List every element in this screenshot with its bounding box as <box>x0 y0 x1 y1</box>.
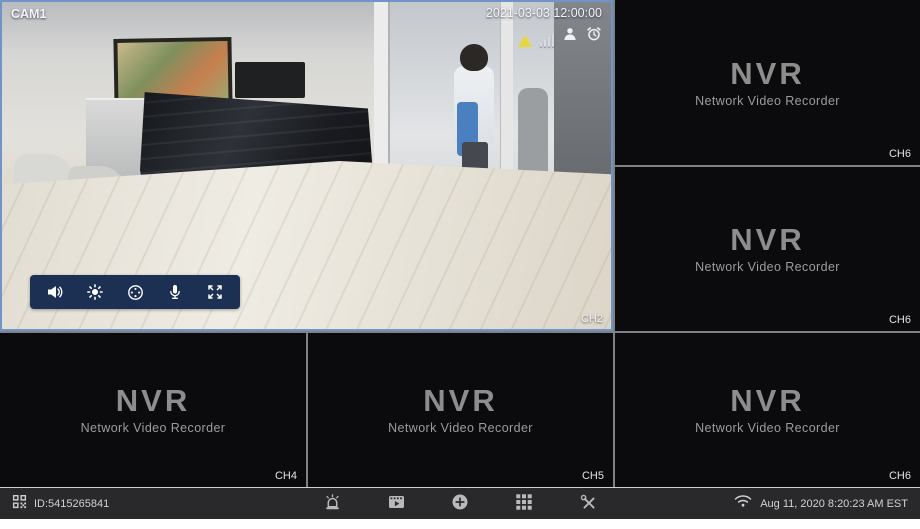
nvr-logo-text: NVR <box>730 383 805 418</box>
fullscreen-button[interactable] <box>206 283 224 301</box>
camera-feed-ch2[interactable]: CAM1 2021-03-03 12:00:00 CH2 <box>0 0 613 331</box>
alarm-icon <box>323 493 342 514</box>
bar-center-menu <box>322 493 598 514</box>
nvr-logo: NVR Network Video Recorder <box>615 0 920 165</box>
channel-cell-ch6-bottom[interactable]: NVR Network Video Recorder CH6 <box>615 333 920 487</box>
alarm-button[interactable] <box>322 493 342 514</box>
qr-code-icon <box>12 494 27 514</box>
nvr-logo-subtitle: Network Video Recorder <box>695 260 840 274</box>
nvr-logo-text: NVR <box>730 55 805 91</box>
scene-wall-tv <box>235 62 305 98</box>
channel-grid: CAM1 2021-03-03 12:00:00 CH2 NVR Network… <box>0 0 920 487</box>
device-id-label: ID:5415265841 <box>34 497 110 510</box>
speaker-icon <box>46 284 64 300</box>
channel-label: CH6 <box>888 470 911 482</box>
tools-button[interactable] <box>578 494 598 514</box>
device-id-group: ID:5415265841 <box>12 494 109 514</box>
person-detect-icon <box>562 26 578 47</box>
nvr-logo: NVR Network Video Recorder <box>308 333 613 487</box>
alarm-clock-icon <box>586 26 602 47</box>
warning-triangle-icon <box>517 35 532 47</box>
nvr-logo: NVR Network Video Recorder <box>615 333 920 487</box>
channel-label: CH6 <box>888 314 911 326</box>
add-device-icon <box>451 493 469 514</box>
nvr-logo-subtitle: Network Video Recorder <box>80 421 226 435</box>
nvr-screen: CAM1 2021-03-03 12:00:00 CH2 NVR Network… <box>0 0 920 529</box>
datetime-group: Aug 11, 2020 8:20:23 AM EST <box>734 494 908 513</box>
playback-button[interactable] <box>386 494 406 514</box>
channel-label: CH6 <box>888 148 911 160</box>
tools-icon <box>580 494 597 514</box>
nvr-logo-text: NVR <box>115 383 191 418</box>
microphone-button[interactable] <box>166 283 184 301</box>
camera-name-label: CAM1 <box>11 7 47 21</box>
microphone-icon <box>167 284 183 300</box>
playback-icon <box>387 494 406 513</box>
datetime-label: Aug 11, 2020 8:20:23 AM EST <box>760 497 908 510</box>
fullscreen-icon <box>207 284 223 300</box>
signal-bars-icon <box>539 34 554 47</box>
speaker-button[interactable] <box>46 283 64 301</box>
ptz-control-icon <box>127 284 144 301</box>
wifi-icon <box>734 494 752 513</box>
channel-cell-ch5[interactable]: NVR Network Video Recorder CH5 <box>308 333 613 487</box>
status-bar: ID:5415265841 Aug 11, 2020 8:20:23 AM ES… <box>0 487 920 519</box>
nvr-logo-subtitle: Network Video Recorder <box>695 421 840 435</box>
feed-status-icons <box>517 26 603 47</box>
nvr-logo-subtitle: Network Video Recorder <box>695 93 840 108</box>
channel-label: CH2 <box>580 313 603 325</box>
scene-person-head <box>460 44 488 71</box>
nvr-logo-text: NVR <box>423 383 498 418</box>
channel-cell-ch6-mid[interactable]: NVR Network Video Recorder CH6 <box>615 167 920 331</box>
nvr-logo: NVR Network Video Recorder <box>0 333 306 487</box>
channel-cell-ch6-top[interactable]: NVR Network Video Recorder CH6 <box>615 0 920 165</box>
add-device-button[interactable] <box>450 494 470 514</box>
nvr-logo-text: NVR <box>730 222 805 257</box>
nvr-logo-subtitle: Network Video Recorder <box>388 421 533 435</box>
grid-view-button[interactable] <box>514 494 534 514</box>
ptz-control-button[interactable] <box>126 283 144 301</box>
brightness-icon <box>87 284 103 300</box>
channel-label: CH5 <box>581 470 604 482</box>
channel-label: CH4 <box>274 470 297 482</box>
channel-cell-ch4[interactable]: NVR Network Video Recorder CH4 <box>0 333 306 487</box>
nvr-logo: NVR Network Video Recorder <box>615 167 920 331</box>
brightness-button[interactable] <box>86 283 104 301</box>
feed-timestamp: 2021-03-03 12:00:00 <box>485 6 602 20</box>
grid-view-icon <box>515 493 533 514</box>
feed-toolbar <box>30 275 240 309</box>
